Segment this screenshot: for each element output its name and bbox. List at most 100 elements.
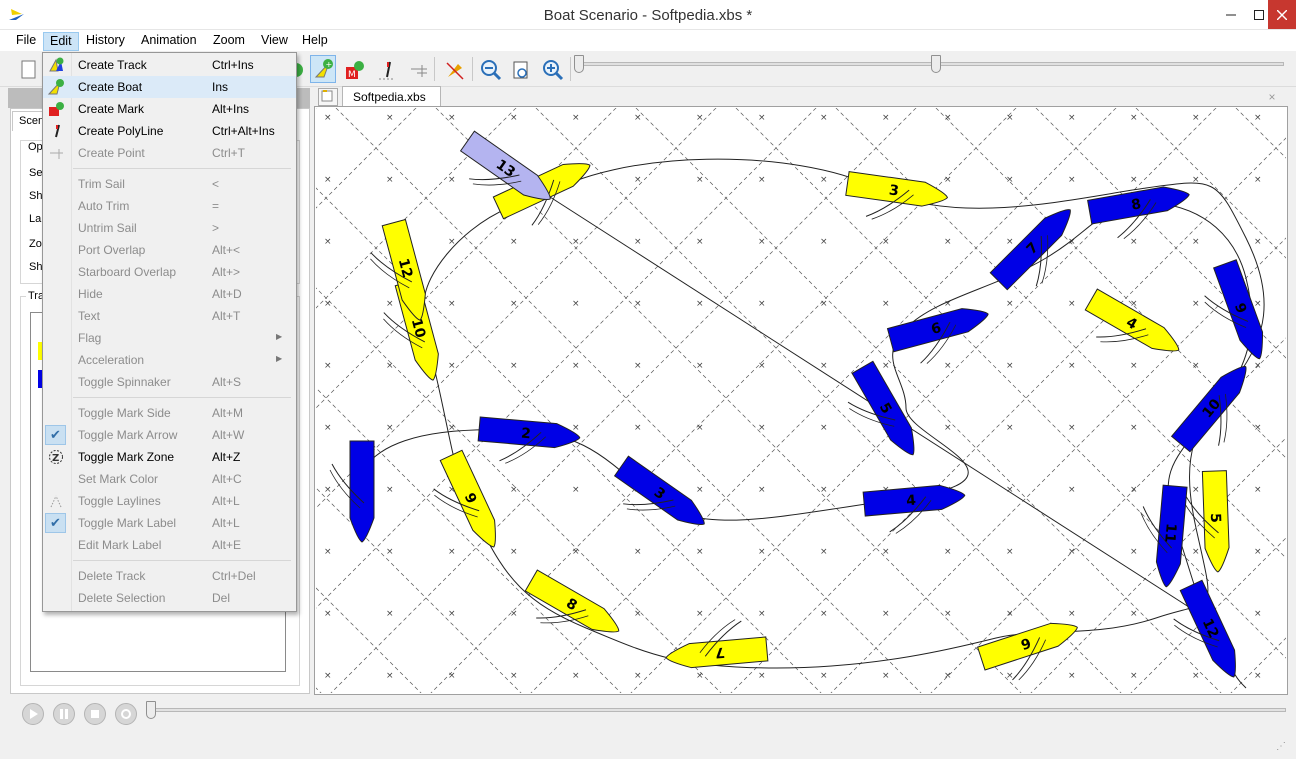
create-point-icon[interactable] [406, 56, 432, 84]
menu-item-toggle-mark-arrow[interactable]: ✔ Toggle Mark Arrow Alt+W [43, 424, 296, 446]
zoom-out-icon[interactable] [478, 56, 504, 84]
menu-item-text[interactable]: Text Alt+T [43, 305, 296, 327]
menu-item-port-overlap[interactable]: Port Overlap Alt+< [43, 239, 296, 261]
menu-item-acceleration[interactable]: Acceleration ▶ [43, 349, 296, 371]
laylines-tool-icon[interactable] [442, 56, 468, 84]
zoom-slider-min-thumb[interactable] [574, 55, 584, 73]
menu-item-toggle-mark-label[interactable]: ✔ Toggle Mark Label Alt+L [43, 512, 296, 534]
grid-point-marker: × [1068, 609, 1076, 619]
grid-point-marker: × [1254, 361, 1262, 371]
resize-grip-icon[interactable]: ⋰ [1276, 741, 1286, 752]
grid-point-marker: × [1006, 299, 1014, 309]
zoom-slider-track[interactable] [574, 62, 1284, 66]
grid-point-marker: × [1006, 423, 1014, 433]
grid-point-marker: × [572, 361, 580, 371]
menu-item-label: Acceleration [78, 353, 145, 367]
grid-point-marker: × [510, 361, 518, 371]
menu-item-toggle-spinnaker[interactable]: Toggle Spinnaker Alt+S [43, 371, 296, 393]
grid-point-marker: × [820, 609, 828, 619]
menu-item-flag[interactable]: Flag ▶ [43, 327, 296, 349]
menu-zoom[interactable]: Zoom [207, 32, 251, 51]
menu-item-label: Text [78, 309, 101, 323]
grid-line [530, 108, 1117, 693]
menu-item-create-mark[interactable]: Create Mark Alt+Ins [43, 98, 296, 120]
grid-point-marker: × [510, 547, 518, 557]
menu-item-label: Set Mark Color [78, 472, 159, 486]
grid-line [316, 108, 417, 209]
new-file-icon[interactable] [16, 56, 42, 84]
stop-icon[interactable] [84, 703, 106, 725]
menu-item-shortcut: < [212, 177, 220, 191]
menu-item-shortcut: Ins [212, 80, 229, 94]
menu-item-auto-trim[interactable]: Auto Trim = [43, 195, 296, 217]
menu-animation[interactable]: Animation [135, 32, 203, 51]
grid-point-marker: × [1254, 671, 1262, 681]
menu-item-trim-sail[interactable]: Trim Sail < [43, 173, 296, 195]
grid-point-marker: × [944, 237, 952, 247]
close-window-button[interactable] [1268, 0, 1296, 29]
new-tab-icon[interactable] [318, 88, 338, 106]
yellow-boat: 12 [370, 218, 426, 321]
menu-item-hide[interactable]: Hide Alt+D [43, 283, 296, 305]
check-icon: ✔ [45, 425, 66, 445]
svg-text:Z: Z [52, 453, 59, 464]
grid-line [316, 587, 422, 693]
create-mark-icon[interactable]: M [342, 56, 368, 84]
create-boat-icon[interactable]: + [310, 55, 336, 83]
create-polyline-icon[interactable] [374, 56, 400, 84]
menu-item-toggle-laylines[interactable]: Toggle Laylines Alt+L [43, 490, 296, 512]
menu-item-untrim-sail[interactable]: Untrim Sail > [43, 217, 296, 239]
menu-edit[interactable]: Edit [43, 32, 79, 51]
menu-item-label: Toggle Mark Side [78, 406, 171, 420]
menu-item-create-polyline[interactable]: Create PolyLine Ctrl+Alt+Ins [43, 120, 296, 142]
menu-item-create-boat[interactable]: Create Boat Ins [43, 76, 296, 98]
menu-history[interactable]: History [80, 32, 131, 51]
menu-item-delete-selection[interactable]: Delete Selection Del [43, 587, 296, 609]
pause-icon[interactable] [53, 703, 75, 725]
grid-point-marker: × [634, 609, 642, 619]
close-tab-icon[interactable]: × [1262, 88, 1282, 106]
timeline-slider[interactable] [148, 708, 1286, 712]
menu-item-toggle-mark-side[interactable]: Toggle Mark Side Alt+M [43, 402, 296, 424]
grid-point-marker: × [386, 299, 394, 309]
grid-point-marker: × [1130, 485, 1138, 495]
menu-item-set-mark-color[interactable]: Set Mark Color Alt+C [43, 468, 296, 490]
menu-item-label: Create Point [78, 146, 145, 160]
grid-point-marker: × [882, 361, 890, 371]
zoom-in-icon[interactable] [540, 56, 566, 84]
grid-point-marker: × [1130, 361, 1138, 371]
loop-icon[interactable] [115, 703, 137, 725]
menu-item-toggle-mark-zone[interactable]: Z Toggle Mark Zone Alt+Z [43, 446, 296, 468]
menu-item-starboard-overlap[interactable]: Starboard Overlap Alt+> [43, 261, 296, 283]
yellow-boat: 8 [524, 569, 620, 633]
timeline-thumb[interactable] [146, 701, 156, 719]
grid-point-marker: × [758, 423, 766, 433]
create-track-icon [47, 56, 65, 74]
minimize-button[interactable] [1216, 0, 1246, 29]
grid-point-marker: × [758, 609, 766, 619]
grid-point-marker: × [1130, 237, 1138, 247]
menu-item-create-track[interactable]: Create Track Ctrl+Ins [43, 54, 296, 76]
scenario-drawing[interactable]: × × × × × × × × × × × × × × × × × × × × × × × × × × × × × × × × × × × × × × × ×… [316, 108, 1286, 693]
menu-separator [73, 397, 291, 398]
grid-point-marker: × [1006, 547, 1014, 557]
yellow-boat: 3 [845, 171, 949, 220]
zoom-fit-icon[interactable] [509, 56, 535, 84]
menu-item-delete-track[interactable]: Delete Track Ctrl+Del [43, 565, 296, 587]
submenu-arrow-icon: ▶ [276, 354, 283, 363]
grid-point-marker: × [696, 237, 704, 247]
grid-point-marker: × [634, 361, 642, 371]
menu-item-shortcut: Ctrl+T [212, 146, 245, 160]
menu-help[interactable]: Help [296, 32, 334, 51]
zoom-slider-thumb[interactable] [931, 55, 941, 73]
grid-point-marker: × [944, 609, 952, 619]
menu-item-create-point[interactable]: Create Point Ctrl+T [43, 142, 296, 164]
grid-point-marker: × [510, 299, 518, 309]
play-icon[interactable] [22, 703, 44, 725]
menu-view[interactable]: View [255, 32, 294, 51]
menu-file[interactable]: File [10, 32, 42, 51]
document-tab[interactable]: Softpedia.xbs * [342, 86, 441, 118]
create-point-icon [47, 144, 65, 162]
menu-item-edit-mark-label[interactable]: Edit Mark Label Alt+E [43, 534, 296, 556]
grid-point-marker: × [448, 671, 456, 681]
